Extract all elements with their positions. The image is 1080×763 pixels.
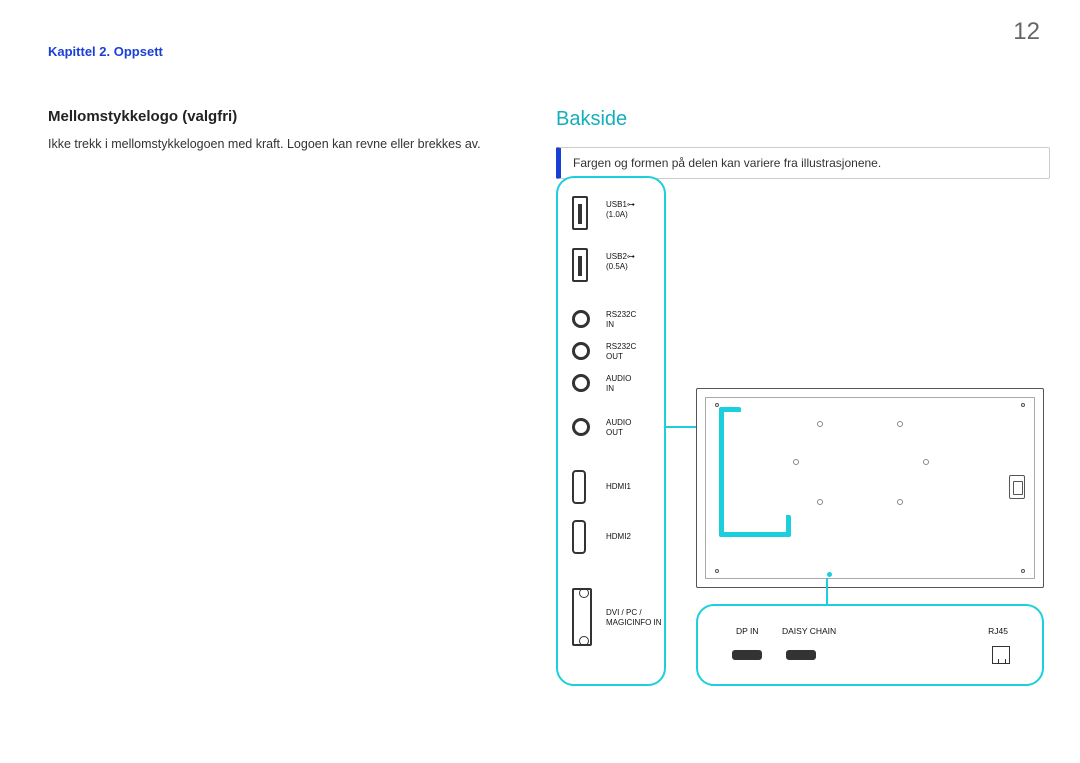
usb2-text: USB2 [606,252,627,261]
leader-line [826,578,828,604]
hdmi1-port-icon [572,470,586,504]
usb1-label: USB1 ⊶ (1.0A) [606,200,635,219]
usb2-amp: (0.5A) [606,262,628,271]
hdmi1-label: HDMI1 [606,482,631,492]
usb1-text: USB1 [606,200,627,209]
rs232c-in-label: RS232CIN [606,310,636,329]
chapter-title: Kapittel 2. Oppsett [48,44,163,59]
port-highlight-dot [827,572,832,577]
left-subheading: Mellomstykkelogo (valgfri) [48,108,508,125]
hdmi2-label: HDMI2 [606,532,631,542]
info-note: Fargen og formen på delen kan variere fr… [556,147,1050,179]
dvi-port-icon [572,588,592,646]
daisy-chain-label: DAISY CHAIN [782,626,836,636]
power-socket-icon [1009,475,1025,499]
rs232c-in-jack-icon [572,310,590,328]
audio-out-jack-icon [572,418,590,436]
port-highlight [719,515,791,537]
rj45-label: RJ45 [988,626,1008,636]
daisy-chain-port-icon [786,650,816,660]
left-body: Ikke trekk i mellomstykkelogoen med kraf… [48,135,508,154]
rs232c-out-label: RS232COUT [606,342,636,361]
left-section: Mellomstykkelogo (valgfri) Ikke trekk i … [48,108,508,154]
page-number: 12 [1013,18,1040,46]
audio-in-jack-icon [572,374,590,392]
port-panel: USB1 ⊶ (1.0A) USB2 ⊶ (0.5A) RS232CIN RS2… [556,176,666,686]
rear-diagram: USB1 ⊶ (1.0A) USB2 ⊶ (0.5A) RS232CIN RS2… [556,176,1050,696]
right-heading: Bakside [556,108,1050,131]
usb2-label: USB2 ⊶ (0.5A) [606,252,635,271]
rj45-port-icon [992,646,1010,664]
dp-in-label: DP IN [736,626,759,636]
monitor-rear-icon [696,388,1044,588]
dp-in-port-icon [732,650,762,660]
dvi-label: DVI / PC / MAGICINFO IN [606,608,662,627]
rs232c-out-jack-icon [572,342,590,360]
usb1-amp: (1.0A) [606,210,628,219]
hdmi2-port-icon [572,520,586,554]
usb2-port-icon [572,248,588,282]
usb-icon: ⊶ [627,200,635,210]
usb-icon: ⊶ [627,252,635,262]
bottom-port-bar: DP IN DAISY CHAIN RJ45 [696,604,1044,686]
audio-in-label: AUDIOIN [606,374,631,393]
usb1-port-icon [572,196,588,230]
audio-out-label: AUDIOOUT [606,418,631,437]
monitor-inner [705,397,1035,579]
